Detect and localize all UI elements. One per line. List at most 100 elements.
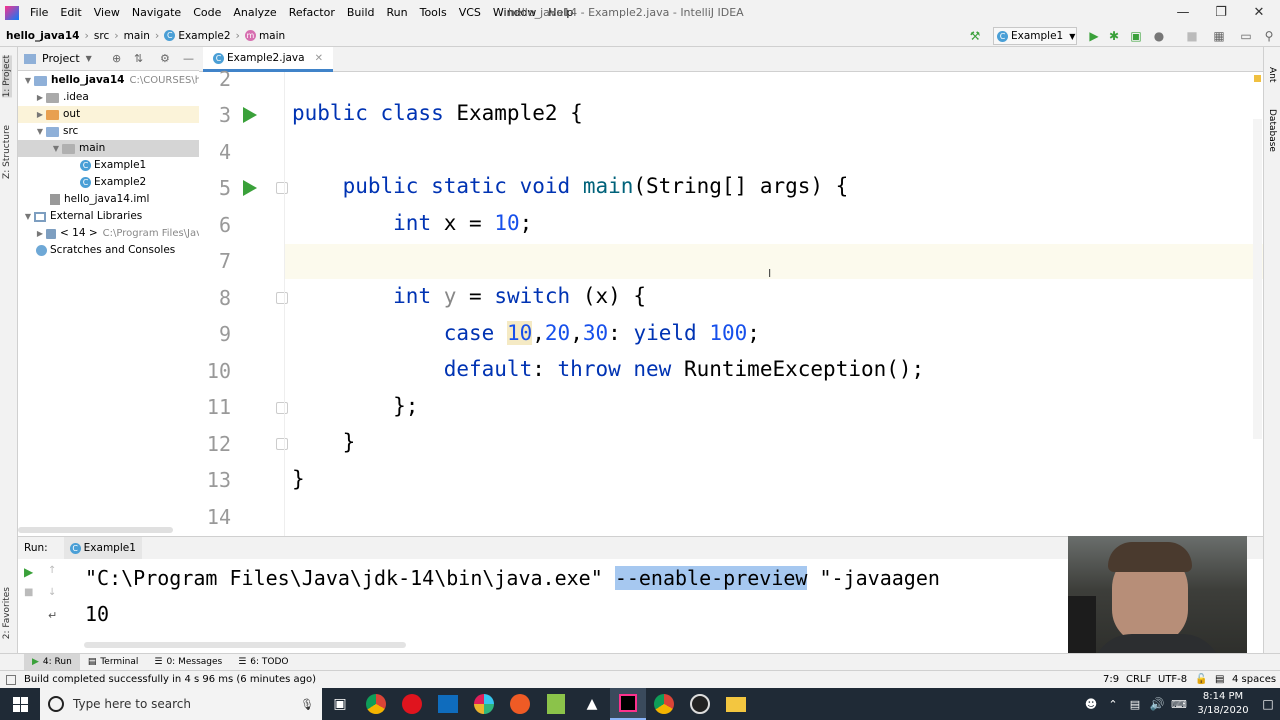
database-tool-tab[interactable]: Database <box>1267 109 1277 152</box>
menu-refactor[interactable]: Refactor <box>283 0 341 25</box>
project-structure-icon[interactable]: ▦ <box>1210 28 1228 44</box>
stop-icon[interactable]: ■ <box>24 587 33 598</box>
lock-icon[interactable]: 🔓 <box>1195 674 1207 685</box>
project-tool-tab[interactable]: 1: Project <box>2 55 12 98</box>
tree-item-scratches[interactable]: Scratches and Consoles <box>36 242 175 259</box>
hide-icon[interactable]: — <box>183 52 194 65</box>
taskbar-search-box[interactable]: Type here to search 🎙 <box>40 688 322 720</box>
taskbar-clock[interactable]: 8:14 PM 3/18/2020 <box>1190 688 1256 720</box>
tree-item-external-libraries[interactable]: ▼ External Libraries <box>22 208 142 225</box>
vertical-scrollbar[interactable] <box>1253 119 1262 439</box>
tray-chevron-up-icon[interactable]: ⌃ <box>1102 688 1124 720</box>
fold-icon[interactable] <box>276 402 288 414</box>
caret-position[interactable]: 7:9 <box>1103 674 1119 685</box>
line-separator[interactable]: CRLF <box>1126 674 1151 685</box>
stop-icon[interactable]: ■ <box>1183 28 1201 44</box>
menu-run[interactable]: Run <box>381 0 414 25</box>
chrome-alt-icon[interactable] <box>646 688 682 720</box>
obs-icon[interactable] <box>682 688 718 720</box>
volume-icon[interactable]: 🔊 <box>1146 688 1168 720</box>
project-panel-title[interactable]: Project <box>42 52 80 65</box>
breadcrumb-src[interactable]: src <box>94 30 109 42</box>
menu-view[interactable]: View <box>88 0 126 25</box>
menu-analyze[interactable]: Analyze <box>227 0 282 25</box>
tree-item-project-root[interactable]: ▼ hello_java14 C:\COURSES\hello_j <box>22 72 227 89</box>
run-gutter-icon[interactable] <box>243 107 257 123</box>
minimize-button[interactable]: — <box>1164 0 1202 25</box>
fold-icon[interactable] <box>276 182 288 194</box>
ant-tool-tab[interactable]: Ant <box>1267 67 1277 82</box>
warning-marker-icon[interactable] <box>1254 75 1261 82</box>
breadcrumb-method[interactable]: main <box>259 30 285 42</box>
run-gutter-icon[interactable] <box>243 180 257 196</box>
menu-file[interactable]: File <box>24 0 54 25</box>
breadcrumb-package[interactable]: main <box>124 30 150 42</box>
coverage-icon[interactable]: ▣ <box>1127 28 1145 44</box>
fold-icon[interactable] <box>276 438 288 450</box>
tool-windows-icon[interactable] <box>6 674 16 685</box>
tree-item-example1[interactable]: C Example1 <box>80 157 146 174</box>
layout-icon[interactable]: ▭ <box>1237 28 1255 44</box>
horizontal-scrollbar[interactable] <box>18 527 173 533</box>
maximize-button[interactable]: ❐ <box>1202 0 1240 25</box>
profile-icon[interactable]: ● <box>1150 28 1168 44</box>
file-encoding[interactable]: UTF-8 <box>1158 674 1187 685</box>
tree-item-iml[interactable]: hello_java14.iml <box>50 191 149 208</box>
build-hammer-icon[interactable]: ⚒ <box>966 28 984 44</box>
breadcrumb-class[interactable]: Example2 <box>178 30 230 42</box>
tree-item-out[interactable]: ▶ out <box>18 106 199 123</box>
menu-build[interactable]: Build <box>341 0 381 25</box>
tree-item-idea[interactable]: ▶ .idea <box>34 89 89 106</box>
menu-tools[interactable]: Tools <box>414 0 453 25</box>
menu-code[interactable]: Code <box>187 0 227 25</box>
rerun-icon[interactable]: ▶ <box>24 565 33 579</box>
run-icon[interactable]: ▶ <box>1085 28 1103 44</box>
close-button[interactable]: ✕ <box>1240 0 1278 25</box>
opera-icon[interactable] <box>394 688 430 720</box>
network-icon[interactable]: ▤ <box>1124 688 1146 720</box>
chevron-down-icon[interactable]: ▼ <box>86 54 92 63</box>
outlook-icon[interactable] <box>430 688 466 720</box>
tab-terminal[interactable]: ▤ Terminal <box>80 657 147 667</box>
locate-icon[interactable]: ⊕ <box>112 52 121 65</box>
fold-icon[interactable] <box>276 292 288 304</box>
scroll-up-icon[interactable]: ↑ <box>48 565 56 576</box>
search-everywhere-icon[interactable]: ⚲ <box>1260 28 1278 44</box>
tree-item-src[interactable]: ▼ src <box>34 123 78 140</box>
tree-item-example2[interactable]: C Example2 <box>80 174 146 191</box>
tree-item-main[interactable]: ▼ main <box>18 140 199 157</box>
indent-setting[interactable]: 4 spaces <box>1232 674 1276 685</box>
keyboard-icon[interactable]: ⌨ <box>1168 688 1190 720</box>
code-editor[interactable]: C Example2.java ✕ 2 3 4 5 6 7 8 9 10 11 … <box>199 47 1263 536</box>
collapse-icon[interactable]: ⇅ <box>134 52 143 65</box>
gear-icon[interactable]: ⚙ <box>160 52 170 65</box>
tree-item-jdk14[interactable]: ▶ < 14 > C:\Program Files\Java\ <box>34 225 212 242</box>
debug-icon[interactable]: ✱ <box>1105 28 1123 44</box>
task-view-icon[interactable]: ▣ <box>322 688 358 720</box>
close-tab-icon[interactable]: ✕ <box>315 53 323 64</box>
slack-icon[interactable] <box>466 688 502 720</box>
scroll-down-icon[interactable]: ↓ <box>48 587 56 598</box>
file-explorer-icon[interactable] <box>718 688 754 720</box>
favorites-tool-tab[interactable]: 2: Favorites <box>2 587 12 639</box>
breadcrumb-project[interactable]: hello_java14 <box>6 30 80 42</box>
run-config-select[interactable]: C Example1 ▼ <box>993 27 1077 45</box>
chrome-icon[interactable] <box>358 688 394 720</box>
tab-todo[interactable]: ☰ 6: TODO <box>230 657 296 667</box>
intellij-icon[interactable] <box>610 688 646 720</box>
run-config-tab[interactable]: C Example1 <box>63 537 142 559</box>
inkscape-icon[interactable]: ▲ <box>574 688 610 720</box>
structure-tool-tab[interactable]: Z: Structure <box>2 125 12 179</box>
postman-icon[interactable] <box>502 688 538 720</box>
notepad-plus-icon[interactable] <box>538 688 574 720</box>
soft-wrap-icon[interactable]: ↵ <box>48 609 57 622</box>
notifications-icon[interactable]: □ <box>1256 688 1280 720</box>
menu-edit[interactable]: Edit <box>54 0 87 25</box>
people-icon[interactable]: ☻ <box>1080 688 1102 720</box>
windows-start-icon[interactable] <box>0 688 40 720</box>
menu-vcs[interactable]: VCS <box>453 0 487 25</box>
tab-messages[interactable]: ☰ 0: Messages <box>146 657 230 667</box>
menu-navigate[interactable]: Navigate <box>126 0 187 25</box>
console-hscrollbar[interactable] <box>84 642 406 648</box>
tab-run[interactable]: ▶ 4: Run <box>24 653 80 671</box>
